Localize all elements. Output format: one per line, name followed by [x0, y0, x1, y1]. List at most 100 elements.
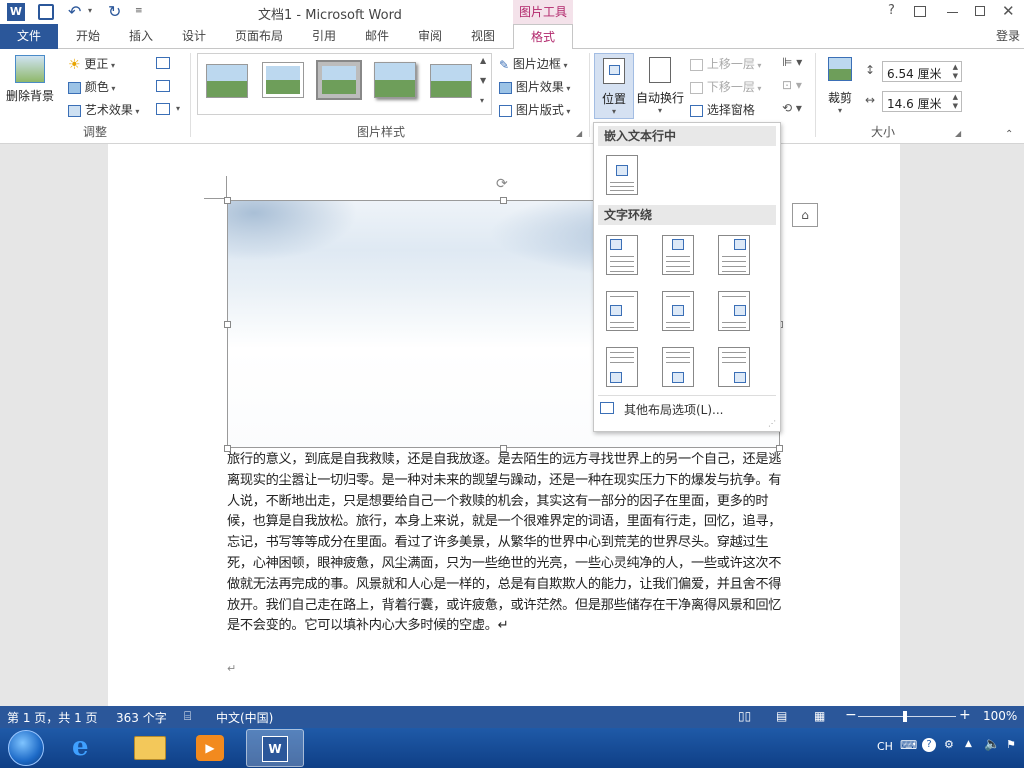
width-input[interactable]: 14.6 厘米 ▲ ▼: [882, 91, 962, 112]
zoom-in-icon[interactable]: +: [959, 707, 971, 723]
read-mode-icon[interactable]: ▯▯: [738, 709, 751, 723]
tab-insert[interactable]: 插入: [117, 24, 165, 49]
word-app-icon[interactable]: W: [7, 3, 25, 21]
ie-icon[interactable]: e: [72, 732, 89, 762]
tab-design[interactable]: 设计: [170, 24, 218, 49]
bring-forward-button[interactable]: 上移一层 ▾: [690, 55, 761, 72]
picture-style-3[interactable]: [316, 60, 362, 100]
position-button[interactable]: 位置 ▾: [594, 53, 634, 119]
remove-background-button[interactable]: 删除背景: [4, 53, 56, 113]
position-top-center[interactable]: [662, 235, 694, 275]
collapse-ribbon-icon[interactable]: ⌃: [1005, 129, 1013, 140]
resize-handle-tm[interactable]: [500, 197, 507, 204]
picture-style-5[interactable]: [430, 64, 472, 98]
restore-icon[interactable]: [975, 6, 985, 16]
tray-settings-icon[interactable]: ⚙: [944, 738, 954, 751]
tab-file[interactable]: 文件: [0, 24, 58, 49]
width-spinner-icon[interactable]: ▲ ▼: [953, 93, 958, 111]
start-button[interactable]: [8, 730, 44, 766]
minimize-icon[interactable]: [947, 12, 958, 13]
tab-references[interactable]: 引用: [300, 24, 348, 49]
height-input[interactable]: 6.54 厘米 ▲ ▼: [882, 61, 962, 82]
compress-pictures-icon[interactable]: [156, 57, 170, 69]
picture-style-2[interactable]: [262, 62, 304, 98]
help-button[interactable]: ?: [888, 3, 895, 18]
picture-border-button[interactable]: ✎ 图片边框 ▾: [499, 55, 567, 72]
web-layout-icon[interactable]: ▦: [814, 709, 825, 723]
group-icon[interactable]: ⊡ ▾: [782, 78, 802, 92]
position-middle-right[interactable]: [718, 291, 750, 331]
keyboard-icon[interactable]: ⌨: [900, 738, 917, 752]
change-picture-icon[interactable]: [156, 80, 170, 92]
picture-styles-dialog-launcher-icon[interactable]: ◢: [576, 129, 582, 138]
reset-picture-dropdown-icon[interactable]: ▾: [176, 104, 180, 113]
align-icon[interactable]: ⊫ ▾: [782, 55, 802, 69]
word-taskbar-button[interactable]: W: [246, 729, 304, 767]
tab-review[interactable]: 审阅: [406, 24, 454, 49]
help-tray-icon[interactable]: ?: [922, 738, 936, 752]
reset-picture-icon[interactable]: [156, 103, 170, 115]
gallery-more-icon[interactable]: ▾: [480, 96, 484, 105]
save-icon[interactable]: [38, 4, 54, 20]
show-hidden-icons-icon[interactable]: ▲: [965, 739, 972, 749]
send-backward-button[interactable]: 下移一层 ▾: [690, 78, 761, 95]
zoom-slider[interactable]: [858, 716, 956, 717]
document-paragraph[interactable]: 旅行的意义，到底是自我救赎，还是自我放逐。是去陌生的远方寻找世界上的另一个自己，…: [227, 450, 783, 637]
undo-dropdown-icon[interactable]: ▾: [88, 6, 92, 15]
customize-qat-icon[interactable]: ≡: [135, 6, 143, 16]
page-count[interactable]: 第 1 页，共 1 页: [7, 709, 98, 726]
zoom-level[interactable]: 100%: [983, 709, 1017, 723]
ribbon-display-options-icon[interactable]: [914, 6, 926, 17]
redo-icon[interactable]: ↻: [108, 2, 121, 21]
more-layout-options-item[interactable]: 其他布局选项(L)...: [598, 399, 776, 419]
height-spinner-icon[interactable]: ▲ ▼: [953, 63, 958, 81]
position-bottom-center[interactable]: [662, 347, 694, 387]
picture-style-1[interactable]: [206, 64, 248, 98]
zoom-out-icon[interactable]: −: [845, 707, 857, 723]
color-button[interactable]: 颜色 ▾: [68, 78, 115, 95]
picture-layout-button[interactable]: 图片版式 ▾: [499, 101, 570, 118]
crop-button[interactable]: 裁剪 ▾: [822, 53, 858, 119]
wrap-text-button[interactable]: 自动换行 ▾: [636, 53, 684, 119]
signin-link[interactable]: 登录: [992, 24, 1024, 49]
picture-style-4[interactable]: [374, 62, 416, 98]
position-top-left[interactable]: [606, 235, 638, 275]
proofing-icon[interactable]: ⌸: [184, 709, 191, 724]
corrections-button[interactable]: ☀ 更正 ▾: [68, 55, 115, 73]
resize-handle-tl[interactable]: [224, 197, 231, 204]
gallery-scroll-up-icon[interactable]: ▲: [480, 56, 486, 65]
picture-effects-button[interactable]: 图片效果 ▾: [499, 78, 570, 95]
selection-pane-button[interactable]: 选择窗格: [690, 101, 755, 118]
position-bottom-left[interactable]: [606, 347, 638, 387]
position-top-right[interactable]: [718, 235, 750, 275]
file-explorer-icon[interactable]: [134, 736, 166, 760]
layout-options-icon[interactable]: ⌂: [792, 203, 818, 227]
close-icon[interactable]: ✕: [1002, 2, 1015, 20]
flag-icon[interactable]: ⚑: [1006, 738, 1016, 751]
size-dialog-launcher-icon[interactable]: ◢: [955, 129, 961, 138]
language-indicator[interactable]: 中文(中国): [216, 709, 273, 726]
position-middle-left[interactable]: [606, 291, 638, 331]
ime-indicator[interactable]: CH: [877, 740, 893, 753]
rotate-handle-icon[interactable]: ⟳: [496, 176, 508, 192]
position-middle-center[interactable]: [662, 291, 694, 331]
artistic-effects-button[interactable]: 艺术效果 ▾: [68, 101, 139, 118]
print-layout-icon[interactable]: ▤: [776, 709, 787, 723]
picture-tools-label: 图片工具: [513, 0, 573, 24]
word-count[interactable]: 363 个字: [116, 709, 167, 726]
volume-icon[interactable]: 🔈: [984, 737, 1000, 752]
gallery-scroll-down-icon[interactable]: ▼: [480, 76, 486, 85]
tab-page-layout[interactable]: 页面布局: [225, 24, 293, 49]
media-player-icon[interactable]: ▶: [196, 735, 224, 761]
resize-handle-ml[interactable]: [224, 321, 231, 328]
tab-mailings[interactable]: 邮件: [353, 24, 401, 49]
position-bottom-right[interactable]: [718, 347, 750, 387]
tab-format[interactable]: 格式: [513, 24, 573, 50]
tab-home[interactable]: 开始: [64, 24, 112, 49]
tab-view[interactable]: 视图: [459, 24, 507, 49]
resize-grip-icon[interactable]: ⋰: [768, 419, 776, 428]
zoom-slider-thumb[interactable]: [903, 711, 907, 722]
position-inline[interactable]: [606, 155, 638, 195]
rotate-icon[interactable]: ⟲ ▾: [782, 101, 802, 115]
undo-icon[interactable]: ↶: [68, 2, 81, 21]
